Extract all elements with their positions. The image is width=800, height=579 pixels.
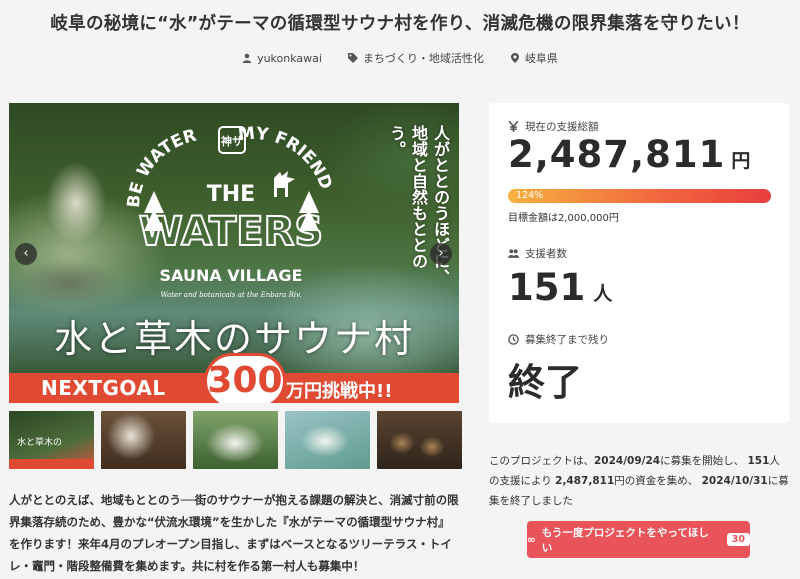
- thumbnail-5[interactable]: [377, 411, 462, 469]
- stats-card: 現在の支援総額 2,487,811 円 124% 目標金額は2,000,000円 …: [489, 103, 789, 423]
- logo-sub: SAUNA VILLAGE: [160, 266, 303, 285]
- supporter-count-inline: 151: [747, 455, 770, 467]
- nextgoal-label: NEXTGOAL: [41, 376, 166, 400]
- thumbnail-1-text: 水と草木の: [17, 438, 63, 448]
- thumbnail-1[interactable]: 水と草木の: [9, 411, 94, 469]
- waters-logo: BE WATER MY FRIEND 神サ THE WATERS SAUNA V…: [119, 113, 344, 313]
- goal-amount-text: 目標金額は2,000,000円: [508, 213, 619, 224]
- next-slide-button[interactable]: ›: [430, 243, 452, 265]
- logo-waters: WATERS: [139, 209, 323, 255]
- woman-figure: [31, 143, 121, 253]
- category-link[interactable]: まちづくり・地域活性化: [347, 50, 484, 66]
- thumbnail-strip: 水と草木の: [9, 411, 462, 469]
- raised-label: 現在の支援総額: [525, 121, 599, 133]
- supporters-label: 支援者数: [525, 248, 567, 260]
- yen-icon: [508, 121, 519, 132]
- amount-inline: 2,487,811: [555, 475, 615, 487]
- logo-caption: Water and botanicals at the Enbara Riv.: [160, 291, 301, 299]
- tree-icon-right: [299, 191, 319, 231]
- infinity-icon: ∞: [527, 533, 536, 546]
- supporters-count: 151 人: [508, 266, 613, 309]
- category-name: まちづくり・地域活性化: [362, 52, 484, 65]
- location-link[interactable]: 岐阜県: [510, 50, 558, 66]
- remaining-label: 募集終了まで残り: [525, 334, 609, 346]
- tree-icon-left: [144, 191, 164, 231]
- logo-badge: 神サ: [221, 134, 243, 148]
- start-date: 2024/09/24: [594, 455, 661, 467]
- pin-icon: [510, 53, 519, 63]
- raised-label-row: 現在の支援総額: [508, 119, 599, 134]
- thumbnail-4[interactable]: [285, 411, 370, 469]
- clock-icon: [508, 334, 519, 345]
- thumbnail-3[interactable]: [193, 411, 278, 469]
- progress-bar: 124%: [508, 189, 771, 203]
- user-icon: [242, 53, 252, 63]
- end-date: 2024/10/31: [701, 475, 768, 487]
- request-again-button[interactable]: ∞ もう一度プロジェクトをやってほしい 30: [527, 521, 750, 558]
- author-name: yukonkawai: [257, 51, 322, 65]
- project-summary: このプロジェクトは、2024/09/24に募集を開始し、 151人の支援により …: [489, 455, 789, 507]
- raised-amount: 2,487,811 円: [508, 133, 752, 176]
- project-meta: yukonkawai まちづくり・地域活性化 岐阜県: [0, 50, 800, 66]
- remaining-value: 終了: [508, 361, 582, 404]
- tag-icon: [347, 53, 358, 63]
- nextgoal-suffix: 万円挑戦中!!: [286, 381, 393, 402]
- supporters-label-row: 支援者数: [508, 246, 567, 261]
- request-again-count: 30: [726, 533, 750, 546]
- hero-image[interactable]: BE WATER MY FRIEND 神サ THE WATERS SAUNA V…: [9, 103, 459, 403]
- thumbnail-2[interactable]: [101, 411, 186, 469]
- svg-text:BE WATER: BE WATER: [124, 126, 199, 209]
- logo-arc-left: BE WATER: [124, 126, 199, 209]
- location-name: 岐阜県: [524, 52, 558, 65]
- prev-slide-button[interactable]: ‹: [15, 243, 37, 265]
- page-title: 岐阜の秘境に“水”がテーマの循環型サウナ村を作り、消滅危機の限界集落を守りたい！: [50, 14, 750, 34]
- nextgoal-number: 300: [204, 353, 286, 403]
- deer-icon: [274, 171, 295, 197]
- project-description: 人がととのえば、地域もととのう──街のサウナーが抱える課題の解決と、消滅寸前の限…: [9, 493, 459, 573]
- people-icon: [508, 249, 519, 258]
- author-link[interactable]: yukonkawai: [242, 50, 322, 66]
- logo-the: THE: [207, 182, 255, 207]
- remaining-label-row: 募集終了まで残り: [508, 332, 609, 347]
- request-again-label: もう一度プロジェクトをやってほしい: [541, 526, 709, 554]
- vertical-copy: 人がととのうほどに、地域と自然もととのう。: [387, 125, 450, 285]
- progress-percent: 124%: [516, 190, 544, 201]
